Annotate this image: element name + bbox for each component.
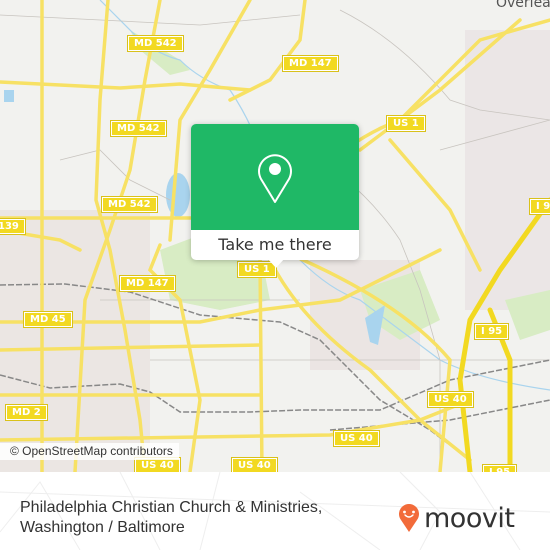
road-shield-md542: MD 542 (101, 196, 158, 213)
take-me-there-button[interactable]: Take me there (191, 230, 359, 260)
road-shield-md139: 139 (0, 218, 26, 235)
moovit-wordmark: moovit (424, 502, 515, 534)
road-shield-md542: MD 542 (110, 120, 167, 137)
popup-header (191, 124, 359, 230)
road-shield-i95: I 95 (481, 464, 518, 472)
road-shield-md45: MD 45 (23, 311, 73, 328)
destination-popup: Take me there (191, 124, 359, 268)
location-name: Philadelphia Christian Church & Ministri… (20, 499, 323, 516)
moovit-logo[interactable]: moovit (398, 498, 515, 538)
pond (4, 90, 14, 102)
map-attribution[interactable]: © OpenStreetMap contributors (0, 443, 179, 460)
footer: Philadelphia Christian Church & Ministri… (0, 472, 550, 550)
map-pin-icon (258, 154, 292, 203)
road-shield-md147: MD 147 (282, 55, 339, 72)
road-shield-md2: MD 2 (5, 404, 48, 421)
location-region: Washington / Baltimore (20, 519, 185, 536)
road-shield-us40: US 40 (333, 430, 380, 447)
road-shield-us40: US 40 (231, 457, 278, 472)
popup-pointer (267, 258, 285, 268)
road-shield-md542: MD 542 (127, 35, 184, 52)
road-shield-us1: US 1 (386, 115, 426, 132)
road-shield-i95: I 95 (473, 323, 510, 340)
road-shield-md147: MD 147 (119, 275, 176, 292)
moovit-pin-icon (399, 504, 419, 532)
location-title: Philadelphia Christian Church & Ministri… (20, 498, 322, 538)
road-shield-i95: I 95 (528, 198, 550, 215)
map-view[interactable]: Overlea MD 542 MD 147 MD 542 US 1 MD 542… (0, 0, 550, 472)
lake (166, 173, 190, 217)
place-label-overlea: Overlea (496, 0, 550, 11)
road-shield-us40: US 40 (134, 457, 181, 472)
road-shield-us40: US 40 (427, 391, 474, 408)
